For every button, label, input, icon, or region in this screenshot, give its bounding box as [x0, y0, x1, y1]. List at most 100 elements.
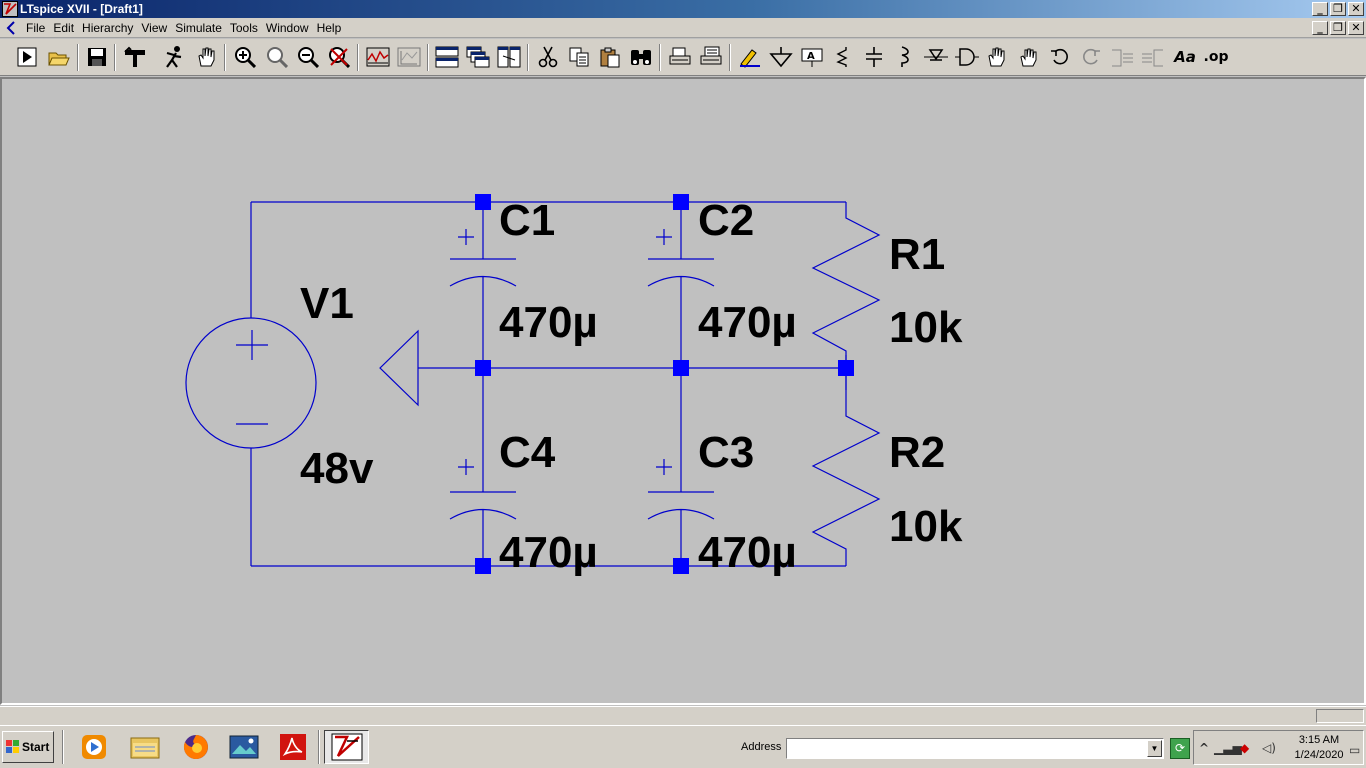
halt-icon[interactable] — [161, 44, 187, 70]
c2-ref-label[interactable]: C2 — [698, 196, 754, 245]
schematic-canvas[interactable]: V1 48v C1 470µ C2 470µ C4 470µ C3 470µ R… — [0, 77, 1366, 705]
paste-icon[interactable] — [597, 44, 623, 70]
waveform-icon[interactable] — [396, 44, 422, 70]
find-icon[interactable] — [628, 44, 654, 70]
inductor-icon[interactable] — [892, 44, 918, 70]
c4-value-label[interactable]: 470µ — [499, 528, 598, 577]
diode-icon[interactable] — [923, 44, 949, 70]
r2-symbol — [811, 368, 881, 566]
schematic-doc-icon[interactable] — [4, 21, 18, 35]
image-viewer-icon[interactable] — [224, 730, 264, 764]
v1-ref-label[interactable]: V1 — [300, 279, 354, 328]
zoom-out-icon[interactable] — [295, 44, 321, 70]
address-dropdown-icon[interactable]: ▼ — [1147, 740, 1162, 757]
r1-value-label[interactable]: 10k — [889, 303, 963, 352]
node-c3-bottom — [673, 558, 689, 574]
capacitor-icon[interactable] — [861, 44, 887, 70]
c2-value-label[interactable]: 470µ — [698, 298, 797, 347]
c4-plus — [458, 459, 474, 475]
print-preview-icon[interactable] — [667, 44, 693, 70]
tray-expand-icon[interactable]: ^ — [1199, 741, 1209, 755]
security-icon[interactable]: ◆ — [1240, 741, 1249, 755]
system-tray: ^ ▁▃▅ ◆ ◁) 3:15 AM 1/24/2020 ▭ — [1193, 730, 1364, 765]
draw-wire-icon[interactable] — [737, 44, 763, 70]
node-c1-mid — [475, 360, 491, 376]
c4-ref-label[interactable]: C4 — [499, 428, 556, 477]
run-icon[interactable] — [14, 44, 40, 70]
open-icon[interactable] — [46, 44, 72, 70]
autorange-icon[interactable] — [365, 44, 391, 70]
menu-file[interactable]: File — [26, 21, 51, 35]
r2-value-label[interactable]: 10k — [889, 502, 963, 551]
component-icon[interactable] — [954, 44, 980, 70]
zoom-back-icon[interactable] — [264, 44, 290, 70]
ltspice-app-icon[interactable] — [2, 1, 18, 17]
menu-edit[interactable]: Edit — [53, 21, 80, 35]
cascade-icon[interactable] — [465, 44, 491, 70]
network-icon[interactable]: ▁▃▅ — [1214, 741, 1242, 755]
firefox-icon[interactable] — [176, 730, 216, 764]
text-icon[interactable]: Aa — [1172, 44, 1198, 70]
print-icon[interactable] — [698, 44, 724, 70]
clock-date[interactable]: 1/24/2020 — [1290, 749, 1348, 761]
restore-button[interactable]: ❐ — [1330, 2, 1346, 16]
r1-symbol — [811, 202, 881, 368]
c1-value-label[interactable]: 470µ — [499, 298, 598, 347]
tile-horizontal-icon[interactable] — [434, 44, 460, 70]
redo-icon[interactable] — [1078, 44, 1104, 70]
menu-help[interactable]: Help — [317, 21, 348, 35]
c1-ref-label[interactable]: C1 — [499, 196, 555, 245]
close-button[interactable]: ✕ — [1348, 2, 1364, 16]
show-desktop-icon[interactable]: ▭ — [1349, 743, 1360, 757]
window-title: LTspice XVII - [Draft1] — [20, 2, 143, 16]
acrobat-icon[interactable] — [273, 730, 313, 764]
v1-plus — [236, 330, 268, 360]
doc-close-button[interactable]: ✕ — [1348, 21, 1364, 35]
menu-window[interactable]: Window — [266, 21, 315, 35]
pan-icon[interactable] — [193, 44, 219, 70]
r2-ref-label[interactable]: R2 — [889, 428, 945, 477]
move-icon[interactable] — [985, 44, 1011, 70]
c3-ref-label[interactable]: C3 — [698, 428, 754, 477]
clock-time[interactable]: 3:15 AM — [1290, 734, 1348, 746]
start-button[interactable]: Start — [2, 731, 54, 763]
doc-restore-button[interactable]: ❐ — [1330, 21, 1346, 35]
tile-vertical-icon[interactable] — [496, 44, 522, 70]
v1-value-label[interactable]: 48v — [300, 444, 374, 493]
mirror-icon[interactable] — [1140, 44, 1166, 70]
drag-icon[interactable] — [1016, 44, 1042, 70]
save-icon[interactable] — [84, 44, 110, 70]
rotate-icon[interactable] — [1109, 44, 1135, 70]
menu-view[interactable]: View — [141, 21, 173, 35]
schematic-drawing[interactable]: V1 48v C1 470µ C2 470µ C4 470µ C3 470µ R… — [2, 79, 1364, 703]
r1-ref-label[interactable]: R1 — [889, 230, 945, 279]
resistor-icon[interactable] — [830, 44, 856, 70]
zoom-in-icon[interactable] — [232, 44, 258, 70]
file-explorer-icon[interactable] — [125, 730, 165, 764]
volume-icon[interactable]: ◁) — [1262, 741, 1276, 755]
minimize-button[interactable]: _ — [1312, 2, 1328, 16]
menu-tools[interactable]: Tools — [230, 21, 264, 35]
label-net-icon[interactable]: A — [799, 44, 825, 70]
menu-hierarchy[interactable]: Hierarchy — [82, 21, 139, 35]
node-c2-mid — [673, 360, 689, 376]
control-panel-icon[interactable] — [122, 44, 148, 70]
address-input[interactable] — [786, 738, 1164, 759]
windows-flag-icon — [6, 740, 19, 753]
media-player-icon[interactable] — [74, 730, 114, 764]
menu-simulate[interactable]: Simulate — [175, 21, 228, 35]
c1-plus — [458, 229, 474, 245]
start-label: Start — [22, 740, 50, 754]
cut-icon[interactable] — [535, 44, 561, 70]
menu-bar: File Edit Hierarchy View Simulate Tools … — [0, 18, 1366, 38]
copy-icon[interactable] — [566, 44, 592, 70]
node-c1-top — [475, 194, 491, 210]
go-refresh-icon[interactable]: ⟳ — [1170, 738, 1190, 759]
doc-minimize-button[interactable]: _ — [1312, 21, 1328, 35]
ground-icon[interactable] — [768, 44, 794, 70]
c3-value-label[interactable]: 470µ — [698, 528, 797, 577]
zoom-fit-icon[interactable] — [326, 44, 352, 70]
undo-icon[interactable] — [1047, 44, 1073, 70]
ltspice-icon[interactable] — [324, 730, 369, 764]
spice-directive-icon[interactable]: .op — [1203, 44, 1229, 70]
